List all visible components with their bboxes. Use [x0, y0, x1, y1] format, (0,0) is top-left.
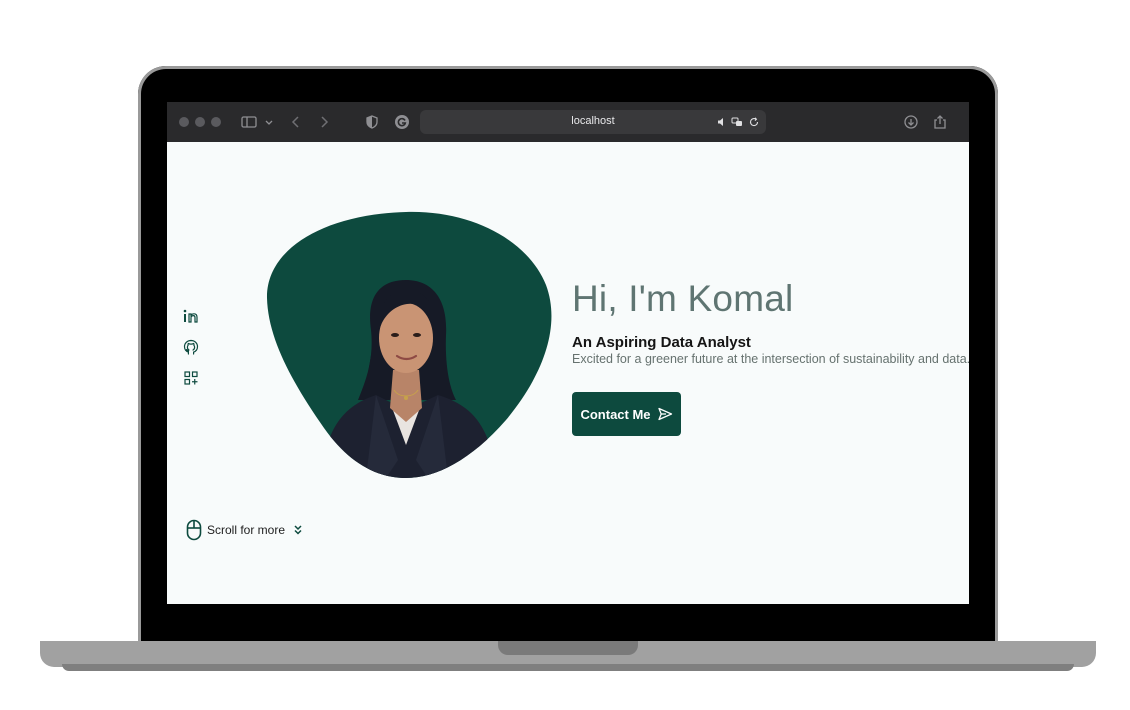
laptop-notch — [498, 641, 638, 655]
address-bar[interactable]: localhost — [420, 110, 766, 134]
forward-icon[interactable] — [315, 113, 333, 131]
mouse-icon — [186, 519, 202, 541]
laptop-screen: localhost Hi, I'm Komal An Aspiring Data… — [167, 102, 969, 604]
chevron-down-icon[interactable] — [260, 113, 278, 131]
linkedin-icon — [182, 307, 200, 325]
sidebar-icon[interactable] — [240, 113, 258, 131]
speaker-icon[interactable] — [716, 116, 728, 128]
double-chevron-down-icon — [293, 524, 303, 536]
scroll-label: Scroll for more — [207, 523, 286, 537]
github-icon — [182, 338, 200, 356]
g-extension-icon[interactable] — [393, 113, 411, 131]
minimize-window-dot[interactable] — [195, 117, 205, 127]
scroll-for-more-link[interactable]: Scroll for more — [186, 518, 303, 542]
close-window-dot[interactable] — [179, 117, 189, 127]
shield-icon[interactable] — [363, 113, 381, 131]
hero-title: Hi, I'm Komal — [572, 278, 794, 319]
download-icon[interactable] — [902, 113, 920, 131]
contact-me-button[interactable]: Contact Me — [572, 392, 681, 436]
send-icon — [657, 406, 673, 422]
github-link[interactable] — [182, 338, 200, 356]
qr-grid-icon — [182, 369, 200, 387]
back-icon[interactable] — [287, 113, 305, 131]
laptop-base-edge — [62, 664, 1074, 671]
profile-photo-blob — [266, 211, 552, 478]
translate-icon[interactable] — [731, 116, 743, 128]
share-icon[interactable] — [931, 113, 949, 131]
zoom-window-dot[interactable] — [211, 117, 221, 127]
reload-icon[interactable] — [748, 116, 760, 128]
contact-me-label: Contact Me — [580, 406, 651, 422]
url-text: localhost — [571, 115, 615, 127]
hero-description: Excited for a greener future at the inte… — [572, 352, 969, 366]
hero-subtitle: An Aspiring Data Analyst — [572, 334, 751, 351]
grid-link[interactable] — [182, 369, 200, 387]
linkedin-link[interactable] — [182, 307, 200, 325]
browser-toolbar: localhost — [167, 102, 969, 142]
